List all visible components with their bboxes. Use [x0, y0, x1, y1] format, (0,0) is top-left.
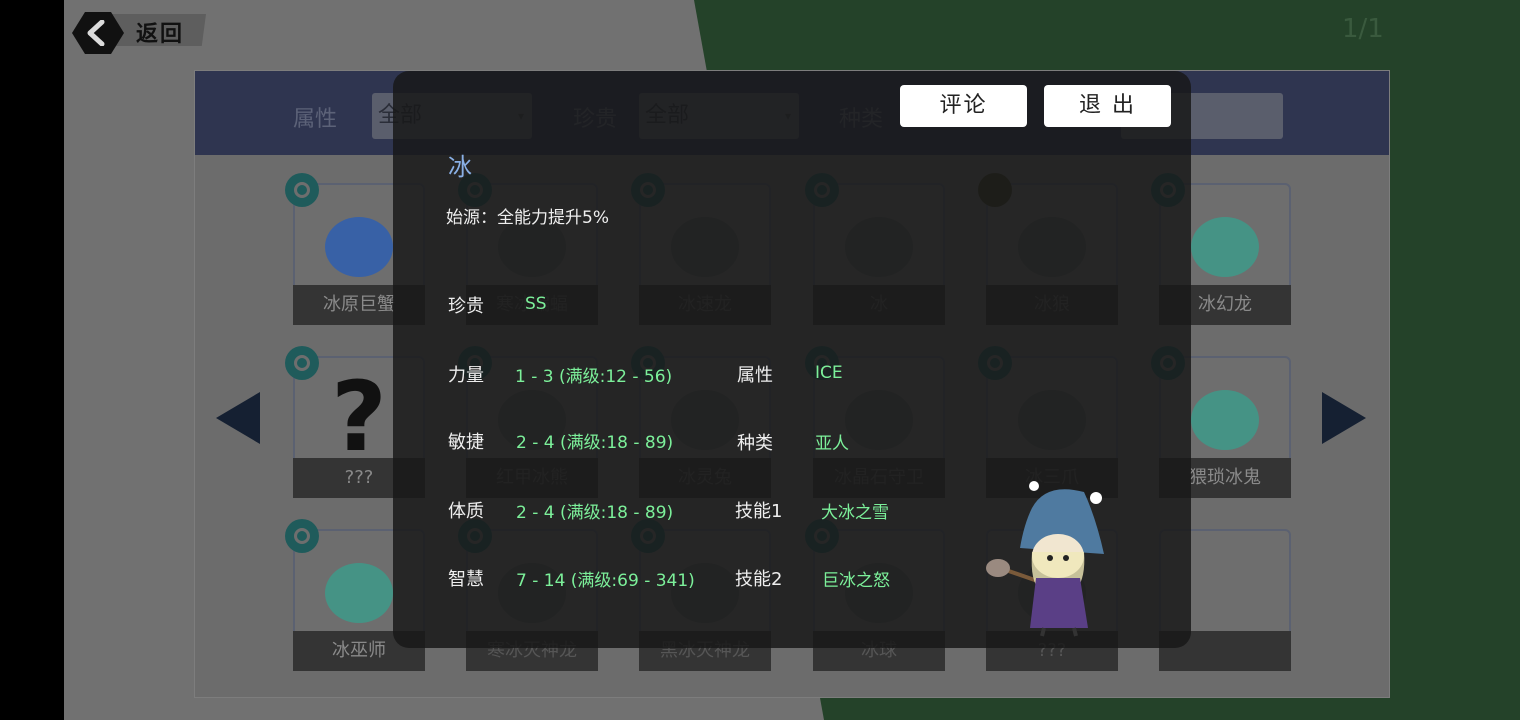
agility-value: 2 - 4 (满级:18 - 89): [516, 433, 674, 453]
agility-label: 敏捷: [448, 432, 484, 453]
constitution-label: 体质: [448, 501, 484, 522]
comment-button[interactable]: 评论: [900, 85, 1027, 127]
next-page-arrow-icon[interactable]: [1322, 392, 1366, 444]
monster-character-image: [980, 478, 1112, 638]
skill2-label: 技能2: [735, 569, 783, 590]
wisdom-value: 7 - 14 (满级:69 - 341): [516, 571, 695, 591]
svg-text:?: ?: [331, 370, 387, 460]
attribute-value: ICE: [815, 363, 843, 383]
strength-label: 力量: [448, 365, 484, 386]
rarity-label: 珍贵: [448, 296, 484, 317]
skill1-label: 技能1: [735, 501, 783, 522]
attribute-label: 属性: [737, 365, 773, 386]
left-black-bar: [0, 0, 64, 720]
monster-title: 冰: [448, 153, 472, 181]
skill1-value: 大冰之雪: [821, 503, 889, 523]
back-button[interactable]: 返回: [72, 12, 206, 54]
skill2-value: 巨冰之怒: [822, 571, 890, 591]
filter-attribute-label: 属性: [293, 107, 338, 132]
origin-text: 始源：全能力提升5%: [446, 208, 609, 228]
exit-button[interactable]: 退 出: [1044, 85, 1171, 127]
wisdom-label: 智慧: [448, 569, 484, 590]
rarity-value: SS: [525, 294, 547, 314]
type-label: 种类: [737, 433, 773, 454]
strength-value: 1 - 3 (满级:12 - 56): [515, 367, 673, 387]
page-indicator: 1/1: [1342, 14, 1384, 44]
constitution-value: 2 - 4 (满级:18 - 89): [516, 503, 674, 523]
type-value: 亚人: [815, 434, 849, 454]
prev-page-arrow-icon[interactable]: [216, 392, 260, 444]
back-label: 返回: [136, 22, 185, 47]
